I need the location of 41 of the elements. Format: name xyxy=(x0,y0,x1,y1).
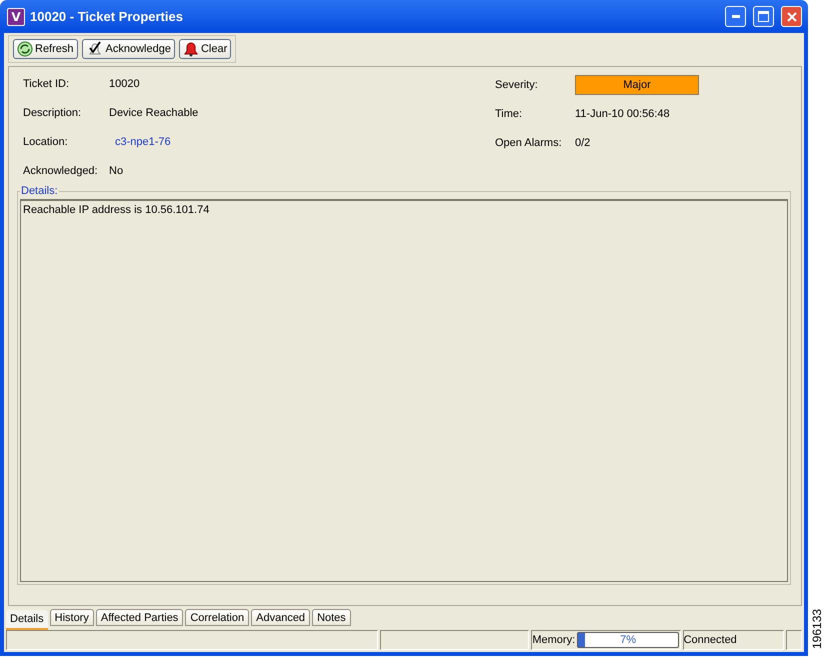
memory-label: Memory: xyxy=(532,634,576,646)
maximize-icon xyxy=(758,11,769,22)
tab[interactable]: Affected Parties xyxy=(96,609,184,626)
group-legend: Details: xyxy=(20,185,59,197)
severity-badge: Major xyxy=(575,75,699,95)
tab[interactable]: Advanced xyxy=(251,609,310,626)
clear-button[interactable]: Clear xyxy=(178,39,232,59)
figure-number: 196133 xyxy=(810,608,824,649)
field-value: Device Reachable xyxy=(109,106,198,121)
tab[interactable]: History xyxy=(50,609,94,626)
field-label: Severity: xyxy=(495,78,539,92)
app-icon: V xyxy=(7,8,25,26)
field-label: Open Alarms: xyxy=(495,136,563,151)
maximize-button[interactable] xyxy=(753,6,774,27)
close-button[interactable] xyxy=(781,6,802,27)
acknowledge-button[interactable]: Acknowledge xyxy=(82,39,175,59)
location-link[interactable]: c3-npe1-76 xyxy=(109,135,198,150)
refresh-icon xyxy=(17,41,33,57)
minimize-icon xyxy=(732,15,740,18)
field-value: No xyxy=(109,164,124,179)
field-label: Description: xyxy=(23,106,82,121)
memory-reading: 7% xyxy=(620,634,636,646)
refresh-button[interactable]: Refresh xyxy=(13,39,78,59)
field-label: Ticket ID: xyxy=(23,77,70,92)
bell-icon xyxy=(182,41,199,57)
tab[interactable]: Correlation xyxy=(185,609,250,626)
connection-status: Connected xyxy=(684,634,737,646)
field-label: Time: xyxy=(495,107,524,122)
details-text-area[interactable]: Reachable IP address is 10.56.101.74 xyxy=(20,199,788,582)
status-cell xyxy=(786,630,802,650)
close-icon xyxy=(786,12,796,22)
details-text: Reachable IP address is 10.56.101.74 xyxy=(23,204,210,216)
field-value: 0/2 xyxy=(575,136,592,151)
window-title: 10020 - Ticket Properties xyxy=(30,9,184,24)
field-value: 11-Jun-10 00:56:48 xyxy=(575,107,671,122)
tab[interactable]: Notes xyxy=(312,609,351,626)
field-value: 10020 xyxy=(109,77,141,92)
field-label: Acknowledged: xyxy=(23,164,99,179)
minimize-button[interactable] xyxy=(725,6,746,27)
field-label: Location: xyxy=(23,135,69,150)
tab[interactable]: Details xyxy=(6,610,48,630)
